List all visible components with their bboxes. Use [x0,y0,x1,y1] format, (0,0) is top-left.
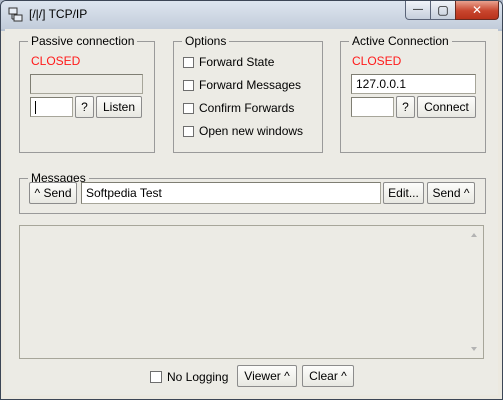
listen-button[interactable]: Listen [96,96,142,118]
checkbox-box[interactable] [183,102,194,114]
passive-address-field[interactable] [30,74,143,94]
checkbox-box[interactable] [183,56,194,68]
passive-help-button[interactable]: ? [75,96,94,118]
client-area: Passive connection CLOSED ? Listen Optio… [5,29,498,395]
minimize-icon: — [413,4,423,15]
messages-group: Messages ^ Send Softpedia Test Edit... S… [19,171,486,214]
passive-connection-group: Passive connection CLOSED ? Listen [19,34,155,153]
maximize-button[interactable]: ▢ [430,1,456,20]
scroll-down-icon[interactable] [471,347,477,351]
log-scrollbar[interactable] [467,226,483,358]
close-icon: ✕ [471,3,483,17]
connect-button[interactable]: Connect [417,96,476,118]
no-logging-checkbox[interactable]: No Logging [150,369,228,385]
no-logging-label: No Logging [167,370,229,384]
confirm-forwards-checkbox[interactable]: Confirm Forwards [183,100,294,116]
options-group: Options Forward State Forward Messages C… [173,34,323,153]
active-help-button[interactable]: ? [396,96,415,118]
checkbox-box[interactable] [183,79,194,91]
window-title: [/|/] TCP/IP [29,7,88,21]
viewer-button[interactable]: Viewer ^ [237,365,297,387]
edit-button[interactable]: Edit... [383,182,424,204]
app-window: [/|/] TCP/IP — ▢ ✕ Passive connection CL… [0,0,503,400]
passive-port-field[interactable] [30,97,73,117]
options-label: Options [182,34,230,48]
checkbox-box[interactable] [183,125,194,137]
close-button[interactable]: ✕ [455,1,499,20]
forward-state-label: Forward State [199,55,275,69]
active-connection-label: Active Connection [349,34,452,48]
send-up-right-button[interactable]: Send ^ [427,182,475,204]
active-port-field[interactable] [351,97,394,117]
send-up-left-button[interactable]: ^ Send [29,182,77,204]
open-new-windows-label: Open new windows [199,124,304,138]
scroll-up-icon[interactable] [471,233,477,237]
forward-messages-checkbox[interactable]: Forward Messages [183,77,301,93]
forward-state-checkbox[interactable]: Forward State [183,54,274,70]
active-connection-group: Active Connection CLOSED 127.0.0.1 ? Con… [340,34,486,153]
message-input[interactable]: Softpedia Test [81,182,381,204]
passive-status: CLOSED [31,54,81,68]
active-status: CLOSED [352,54,402,68]
message-log-area[interactable] [19,225,484,359]
network-icon [8,7,23,22]
active-host-field[interactable]: 127.0.0.1 [351,74,476,94]
open-new-windows-checkbox[interactable]: Open new windows [183,123,303,139]
passive-connection-label: Passive connection [28,34,138,48]
minimize-button[interactable]: — [405,1,431,20]
maximize-icon: ▢ [437,3,449,17]
checkbox-box[interactable] [150,371,162,383]
title-bar[interactable]: [/|/] TCP/IP — ▢ ✕ [1,1,502,29]
confirm-forwards-label: Confirm Forwards [199,101,295,115]
forward-messages-label: Forward Messages [199,78,302,92]
clear-button[interactable]: Clear ^ [302,365,354,387]
text-caret [35,101,36,114]
